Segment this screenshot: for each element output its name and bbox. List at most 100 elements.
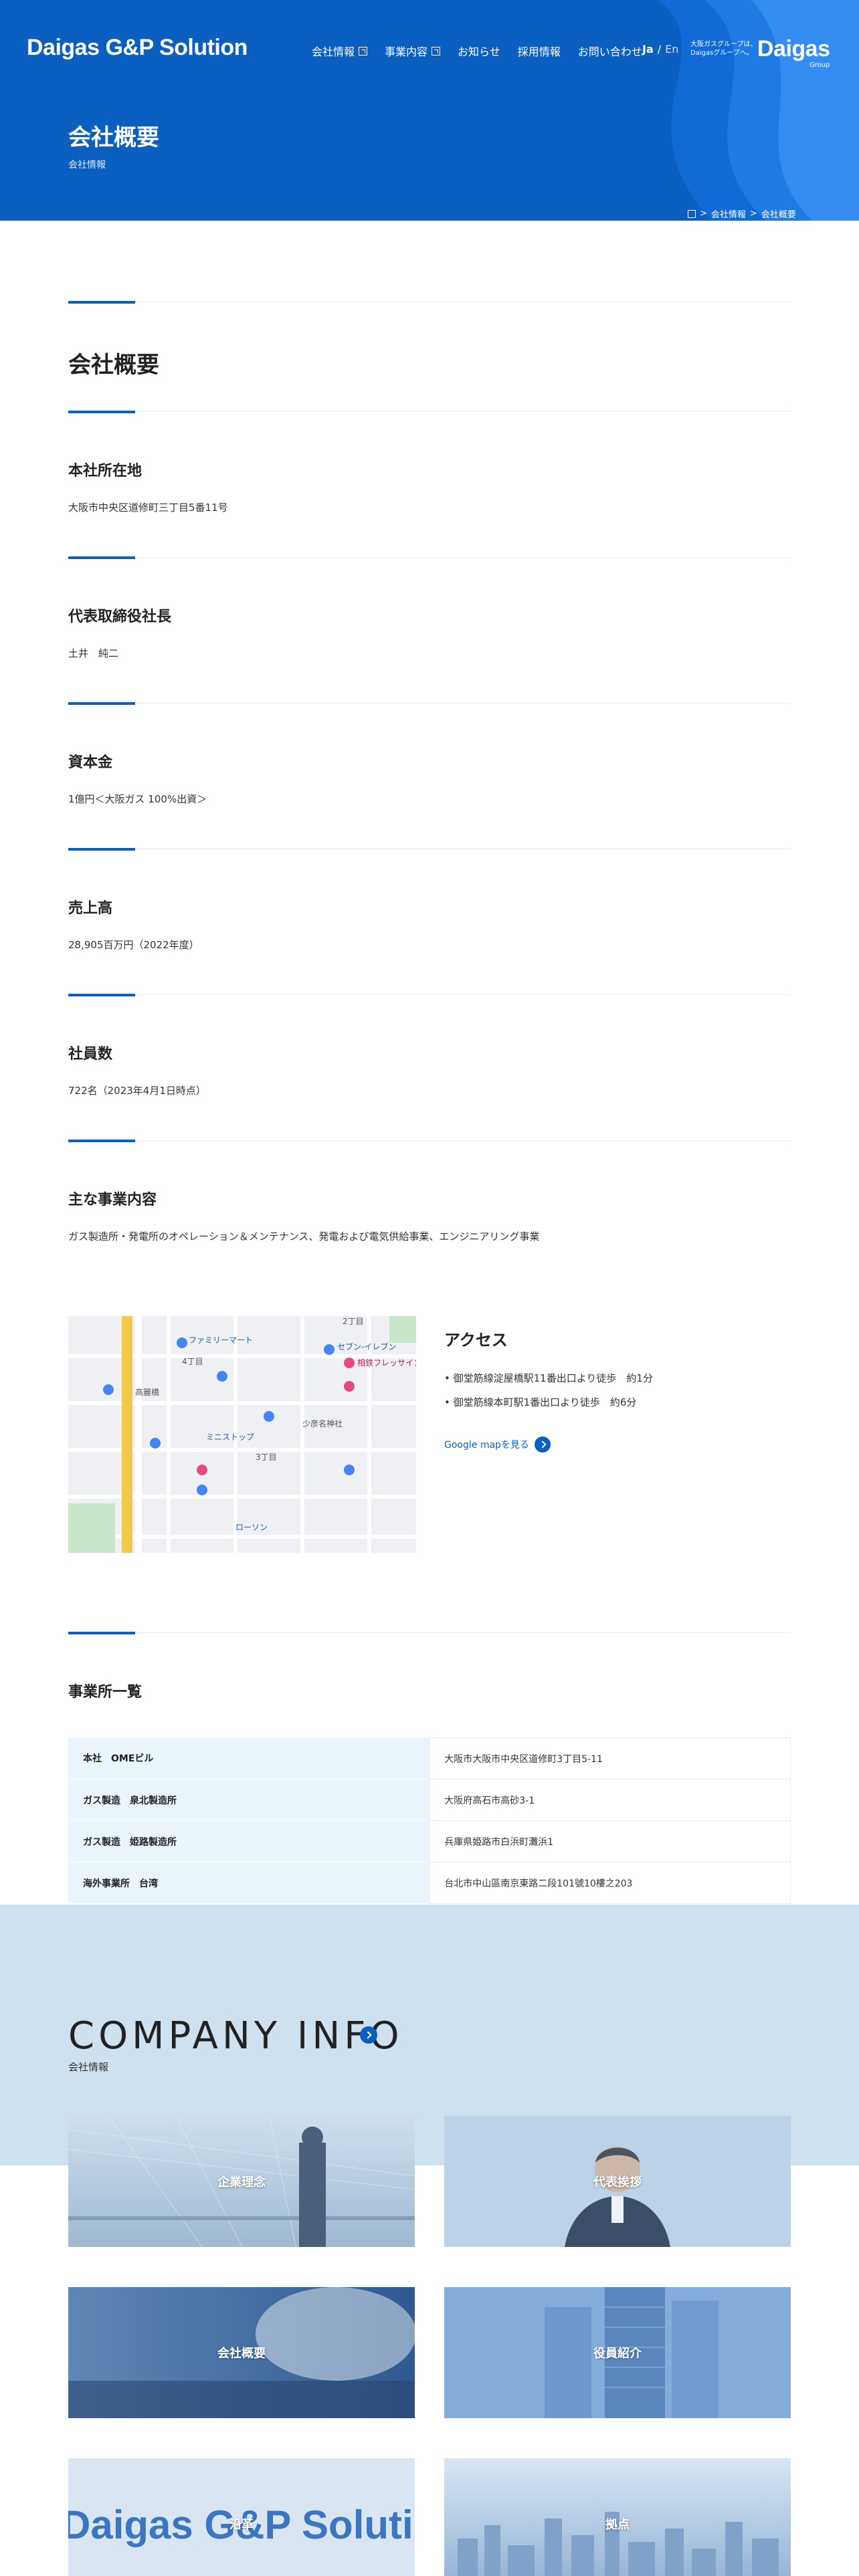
overview-item-capital: 資本金 1億円＜大阪ガス 100%出資＞ (68, 702, 791, 836)
office-address: 台北市中山區南京東路二段101號10樓之203 (429, 1862, 791, 1904)
office-name: 本社 OMEビル (68, 1737, 430, 1780)
group-logo-sub: Group (809, 62, 830, 69)
nav-item-recruit[interactable]: 採用情報 (518, 43, 561, 59)
item-value: 大阪市中央区道修町三丁目5番11号 (68, 502, 228, 514)
google-map-link-label: Google mapを見る (444, 1440, 529, 1451)
card-label: 会社概要 (217, 2347, 266, 2361)
overview-item-employees: 社員数 722名（2023年4月1日時点） (68, 994, 791, 1128)
group-logo[interactable]: Daigas (757, 36, 830, 62)
card-locations[interactable]: 拠点 (444, 2458, 791, 2576)
global-nav: 会社情報 事業内容 お知らせ 採用情報 お問い合わせ (312, 43, 660, 59)
overview-item-business: 主な事業内容 ガス製造所・発電所のオペレーション＆メンテナンス、発電および電気供… (68, 1140, 791, 1273)
section-accent-bar (68, 1632, 135, 1634)
home-icon[interactable] (688, 209, 696, 218)
item-value: 28,905百万円（2022年度） (68, 939, 199, 951)
item-value: 722名（2023年4月1日時点） (68, 1085, 206, 1097)
group-tagline-line2: Daigasグループへ。 (690, 49, 753, 57)
arrow-right-icon (534, 1436, 551, 1453)
card-overview[interactable]: 会社概要 (68, 2287, 415, 2418)
card-officers[interactable]: 役員紹介 (444, 2287, 791, 2418)
site-logo[interactable]: Daigas G&P Solution (27, 35, 248, 61)
card-label: 企業理念 (217, 2175, 266, 2189)
overview-heading-section: 会社概要 (68, 301, 791, 395)
lang-en-link[interactable]: En (665, 43, 678, 56)
item-label: 代表取締役社長 (68, 609, 172, 625)
map-label: 4丁目 (182, 1357, 203, 1366)
group-tagline-line1: 大阪ガスグループは、 (690, 41, 757, 48)
external-link-icon (359, 46, 368, 56)
section-accent-bar (68, 301, 135, 304)
office-address: 大阪府高石市高砂3-1 (429, 1779, 791, 1821)
overview-item-sales: 売上高 28,905百万円（2022年度） (68, 848, 791, 982)
section-accent-bar (68, 848, 135, 851)
breadcrumb: > 会社情報 > 会社概要 (688, 207, 796, 220)
map-graphic: ファミリーマート セブン-イレブン ローソン ミニストップ 相鉄フレッサイン 少… (68, 1316, 416, 1553)
map-label: ミニストップ (206, 1432, 254, 1442)
item-label: 売上高 (68, 900, 113, 917)
item-label: 主な事業内容 (68, 1192, 157, 1208)
office-table: 本社 OMEビル 大阪市大阪市中央区道修町3丁目5-11 ガス製造 泉北製造所 … (68, 1737, 791, 1904)
nav-item-company[interactable]: 会社情報 (312, 43, 368, 59)
map-label: ファミリーマート (189, 1335, 253, 1345)
nav-label: 会社情報 (312, 45, 355, 58)
map-label: 高麗橋 (135, 1387, 159, 1397)
external-link-icon (432, 46, 441, 56)
card-history[interactable]: Daigas G&P Solution 沿革 (68, 2458, 415, 2576)
section-accent-bar (68, 411, 135, 413)
item-label: 本社所在地 (68, 463, 142, 479)
table-row: ガス製造 姫路製造所 兵庫県姫路市白浜町灘浜1 (68, 1820, 791, 1862)
breadcrumb-separator: > (749, 209, 757, 219)
section-divider (135, 1632, 791, 1633)
nav-label: 事業内容 (385, 45, 428, 58)
lang-ja-link[interactable]: Ja (642, 43, 654, 56)
access-title: アクセス (444, 1331, 508, 1350)
card-philosophy[interactable]: 企業理念 (68, 2116, 415, 2247)
table-row: ガス製造 泉北製造所 大阪府高石市高砂3-1 (68, 1779, 791, 1821)
section-accent-bar (68, 702, 135, 705)
overview-heading: 会社概要 (68, 352, 159, 379)
card-label: 沿革 (229, 2518, 254, 2532)
offices-heading: 事業所一覧 (68, 1684, 142, 1701)
group-tagline: 大阪ガスグループは、 Daigasグループへ。 (690, 40, 757, 58)
hero-wave-decoration (658, 0, 859, 221)
item-value: 土井 純二 (68, 647, 119, 659)
map-label: 3丁目 (256, 1453, 277, 1462)
google-map-link[interactable]: Google mapを見る (444, 1436, 551, 1453)
section-divider (135, 557, 791, 558)
overview-item-hq: 本社所在地 大阪市中央区道修町三丁目5番11号 (68, 411, 791, 544)
table-row: 本社 OMEビル 大阪市大阪市中央区道修町3丁目5-11 (68, 1737, 791, 1780)
nav-item-business[interactable]: 事業内容 (385, 43, 441, 59)
item-value: ガス製造所・発電所のオペレーション＆メンテナンス、発電および電気供給事業、エンジ… (68, 1230, 540, 1243)
card-message[interactable]: 代表挨拶 (444, 2116, 791, 2247)
item-label: 社員数 (68, 1046, 113, 1063)
section-accent-bar (68, 556, 135, 559)
section-accent-bar (68, 994, 135, 996)
section-divider (135, 994, 791, 995)
nav-label: お問い合わせ (577, 45, 642, 58)
hero-header: Daigas G&P Solution 会社情報 事業内容 お知らせ 採用情報 … (0, 0, 859, 221)
offices-heading-section: 事業所一覧 (68, 1632, 791, 1712)
nav-item-contact[interactable]: お問い合わせ (578, 43, 642, 59)
nav-item-news[interactable]: お知らせ (458, 43, 500, 59)
map-label: ローソン (235, 1523, 268, 1532)
card-label: 代表挨拶 (593, 2175, 642, 2189)
breadcrumb-item-company[interactable]: 会社情報 (711, 207, 746, 220)
breadcrumb-item-current: 会社概要 (761, 210, 796, 220)
access-map[interactable]: ファミリーマート セブン-イレブン ローソン ミニストップ 相鉄フレッサイン 少… (68, 1316, 416, 1553)
map-label: 少彦名神社 (302, 1418, 343, 1428)
nav-label: 採用情報 (517, 45, 561, 58)
overview-item-president: 代表取締役社長 土井 純二 (68, 556, 791, 690)
access-line: • 御堂筋線淀屋橋駅11番出口より徒歩 約1分 (444, 1372, 653, 1384)
office-name: 海外事業所 台湾 (68, 1862, 430, 1904)
company-info-title: COMPANY INFO (68, 2014, 403, 2058)
office-name: ガス製造 姫路製造所 (68, 1820, 430, 1862)
item-value: 1億円＜大阪ガス 100%出資＞ (68, 793, 207, 805)
section-divider (135, 411, 791, 412)
table-row: 海外事業所 台湾 台北市中山區南京東路二段101號10樓之203 (68, 1862, 791, 1904)
arrow-right-icon[interactable] (360, 2026, 377, 2044)
office-address: 兵庫県姫路市白浜町灘浜1 (429, 1820, 791, 1862)
page-subtitle: 会社情報 (68, 160, 106, 171)
nav-label: お知らせ (458, 45, 500, 58)
item-label: 資本金 (68, 754, 113, 771)
section-divider (135, 703, 791, 704)
